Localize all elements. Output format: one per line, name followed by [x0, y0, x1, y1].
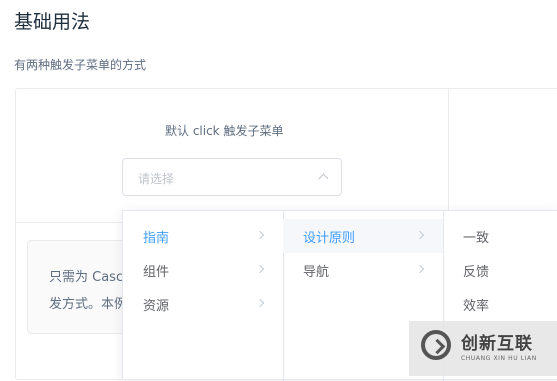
watermark-subtext: CHUANG XIN HU LIAN	[461, 355, 537, 362]
page-description: 有两种触发子菜单的方式	[14, 58, 147, 72]
menu-item-label: 指南	[143, 231, 170, 246]
demo-label: 默认 click 触发子菜单	[165, 124, 284, 138]
menu-item-component[interactable]: 组件	[123, 253, 283, 287]
menu-item-navigation[interactable]: 导航	[283, 253, 443, 287]
menu-item-label: 反馈	[463, 265, 490, 280]
menu-item-consistency[interactable]: 一致	[443, 219, 557, 253]
menu-item-label: 资源	[143, 299, 170, 314]
menu-item-feedback[interactable]: 反馈	[443, 253, 557, 287]
menu-item-label: 导航	[303, 265, 330, 280]
chevron-right-icon	[255, 230, 265, 240]
brand-logo-icon	[421, 330, 451, 360]
menu-item-label: 设计原则	[303, 231, 356, 246]
chevron-right-icon	[255, 298, 265, 308]
menu-item-label: 效率	[463, 299, 490, 314]
select-placeholder: 请选择	[138, 172, 175, 186]
code-line-2: 发方式。本例	[49, 297, 128, 312]
menu-item-label: 一致	[463, 231, 490, 246]
demo-divider-vertical	[448, 89, 449, 211]
page-title: 基础用法	[14, 11, 91, 33]
menu-item-guide[interactable]: 指南	[123, 219, 283, 253]
menu-item-efficiency[interactable]: 效率	[443, 287, 557, 321]
chevron-right-icon	[415, 230, 425, 240]
code-line-1: 只需为 Casc	[49, 270, 124, 285]
cascader-menu-level-1: 指南 组件 资源	[123, 211, 284, 381]
watermark-logo: 创新互联 CHUANG XIN HU LIAN	[409, 321, 557, 376]
menu-item-design-principles[interactable]: 设计原则	[283, 219, 443, 253]
cascader-select[interactable]: 请选择	[122, 158, 342, 196]
menu-item-resource[interactable]: 资源	[123, 287, 283, 321]
menu-item-label: 组件	[143, 265, 170, 280]
chevron-right-icon	[415, 264, 425, 274]
watermark-text: 创新互联	[461, 334, 533, 354]
chevron-right-icon	[255, 264, 265, 274]
chevron-up-icon	[318, 173, 329, 184]
